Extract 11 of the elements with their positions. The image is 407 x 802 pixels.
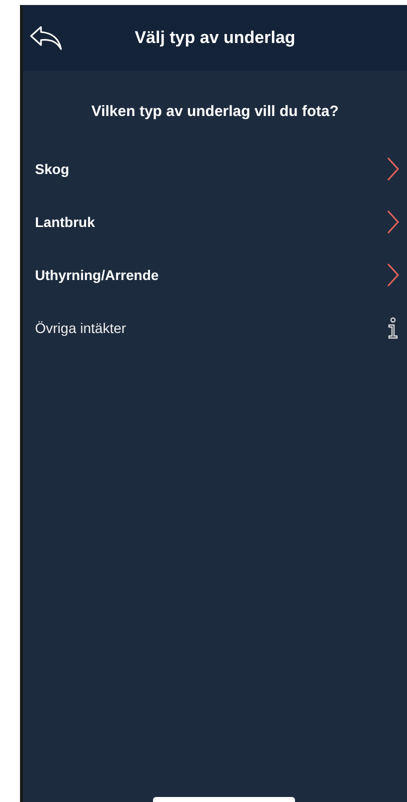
back-button[interactable] bbox=[29, 24, 65, 52]
chevron-icon bbox=[387, 210, 399, 234]
list-item[interactable]: Skog bbox=[23, 142, 407, 195]
list-item[interactable]: Övriga intäkter bbox=[23, 301, 407, 354]
chevron-icon bbox=[387, 262, 399, 286]
list-item[interactable]: Lantbruk bbox=[23, 195, 407, 248]
chevron-icon bbox=[387, 156, 399, 180]
info-icon bbox=[387, 316, 399, 338]
screen-title: Välj typ av underlag bbox=[134, 28, 296, 48]
list-item[interactable]: Uthyrning/Arrende bbox=[23, 248, 407, 301]
question-text: Vilken typ av underlag vill du fota? bbox=[91, 103, 339, 120]
